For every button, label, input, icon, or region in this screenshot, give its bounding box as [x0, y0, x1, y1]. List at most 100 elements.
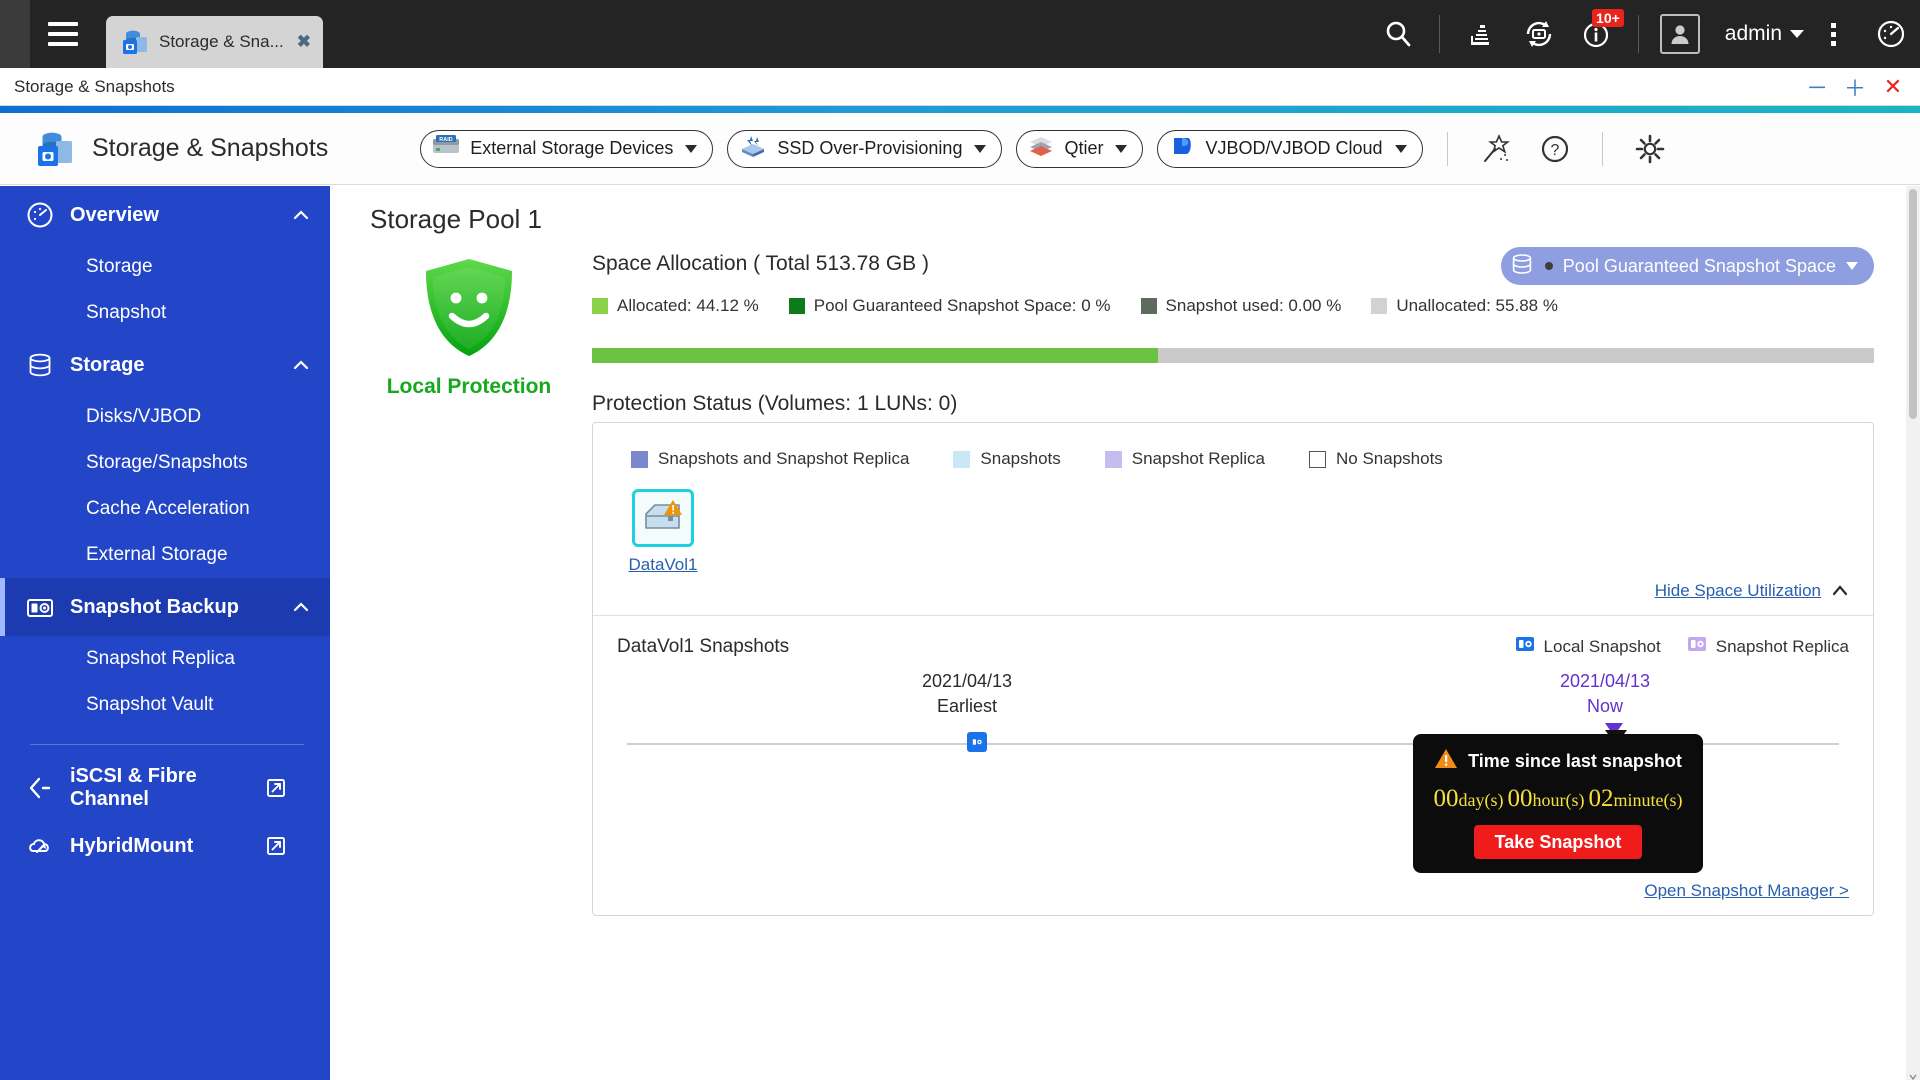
- sidebar-item-snapshot-vault[interactable]: Snapshot Vault: [0, 682, 330, 728]
- legend-label: Snapshot Replica: [1131, 449, 1266, 468]
- sidebar-item-hybridmount[interactable]: HybridMount: [0, 817, 330, 875]
- chevron-down-icon: [1846, 262, 1858, 270]
- legend-label: Snapshots and Snapshot Replica: [658, 449, 910, 468]
- vertical-scrollbar[interactable]: [1906, 186, 1920, 1080]
- resource-monitor-icon[interactable]: [1452, 0, 1510, 68]
- admin-menu[interactable]: admin: [1725, 22, 1804, 46]
- sidebar-item-label: Snapshot: [86, 302, 167, 323]
- os-bar-left-edge: [0, 0, 30, 68]
- local-snapshot-icon: [1515, 634, 1535, 659]
- chevron-down-icon: [974, 144, 987, 153]
- chevron-up-icon[interactable]: [292, 598, 310, 616]
- volume-icon[interactable]: [632, 489, 694, 547]
- sidebar-group-snapshot-backup[interactable]: Snapshot Backup: [0, 578, 330, 636]
- app-tab-storage-snapshots[interactable]: Storage & Sna... ✖: [106, 16, 323, 68]
- more-options-icon[interactable]: [1804, 0, 1862, 68]
- snapshot-timeline-section: DataVol1 Snapshots Local Snapshot Snapsh…: [593, 615, 1873, 915]
- protection-status-title: Protection Status (Volumes: 1 LUNs: 0): [592, 392, 958, 415]
- space-allocation-legend: Allocated: 44.12 % Pool Guaranteed Snaps…: [592, 296, 1874, 316]
- scrollbar-thumb[interactable]: [1909, 189, 1917, 419]
- ssd-over-provisioning-button[interactable]: SSD Over-Provisioning: [727, 129, 1003, 168]
- wizard-wand-icon[interactable]: [1472, 126, 1518, 172]
- sidebar: Overview Storage Snapshot Storage Disks/…: [0, 186, 330, 1080]
- storage-snapshots-icon: [120, 27, 150, 57]
- os-bar-divider-2: [1637, 15, 1639, 53]
- legend-label: Snapshot Replica: [1715, 636, 1849, 656]
- vjbod-cloud-icon: [1168, 132, 1196, 165]
- snapshot-header: DataVol1 Snapshots Local Snapshot Snapsh…: [617, 634, 1849, 659]
- chevron-up-icon[interactable]: [292, 206, 310, 224]
- user-avatar-icon[interactable]: [1651, 0, 1709, 68]
- sidebar-item-label: Snapshot Vault: [86, 694, 214, 715]
- color-swatch: [1104, 450, 1122, 468]
- maximize-button[interactable]: ＋: [1836, 68, 1874, 106]
- volume-datavol1[interactable]: DataVol1: [621, 489, 705, 575]
- sidebar-item-iscsi-fibre-channel[interactable]: iSCSI & Fibre Channel: [0, 759, 330, 817]
- legend-label: Local Snapshot: [1543, 636, 1661, 656]
- sidebar-item-overview-snapshot[interactable]: Snapshot: [0, 290, 330, 336]
- backup-sync-icon[interactable]: [1510, 0, 1568, 68]
- sidebar-item-label: Storage: [86, 256, 153, 277]
- database-icon: [1509, 251, 1535, 282]
- color-swatch: [631, 450, 648, 468]
- avatar[interactable]: [1659, 14, 1700, 54]
- external-storage-devices-label: External Storage Devices: [470, 138, 674, 158]
- external-storage-devices-button[interactable]: RAID External Storage Devices: [420, 129, 714, 168]
- settings-gear-icon[interactable]: [1627, 126, 1673, 172]
- chevron-up-icon[interactable]: [1831, 582, 1849, 600]
- app-logo-icon: [34, 128, 76, 170]
- close-button[interactable]: ✕: [1874, 68, 1912, 106]
- help-icon[interactable]: ?: [1532, 126, 1578, 172]
- countdown-days-unit: day(s): [1458, 790, 1504, 810]
- timeline-snapshot-marker[interactable]: [967, 732, 987, 752]
- sidebar-item-overview-storage[interactable]: Storage: [0, 244, 330, 290]
- legend-item-allocated: Allocated: 44.12 %: [592, 296, 759, 316]
- notification-info-icon[interactable]: 10+: [1568, 0, 1626, 68]
- legend-label: Snapshots: [980, 449, 1061, 468]
- volume-name-link[interactable]: DataVol1: [629, 555, 698, 575]
- sidebar-item-storage-snapshots[interactable]: Storage/Snapshots: [0, 440, 330, 486]
- search-icon[interactable]: [1369, 0, 1427, 68]
- legend-snapshot-replica: Snapshot Replica: [1095, 449, 1265, 469]
- timeline-now: 2021/04/13 Now: [1560, 671, 1650, 717]
- page-title: Storage & Snapshots: [92, 134, 329, 162]
- open-snapshot-manager-row: Open Snapshot Manager >: [1644, 881, 1849, 901]
- sidebar-item-disks-vjbod[interactable]: Disks/VJBOD: [0, 394, 330, 440]
- os-bar-divider: [1438, 15, 1440, 53]
- protection-legend: Snapshots and Snapshot Replica Snapshots…: [593, 423, 1873, 469]
- sidebar-item-label: iSCSI & Fibre Channel: [70, 765, 197, 810]
- chevron-up-icon[interactable]: [292, 356, 310, 374]
- countdown-minutes-value: 02: [1588, 785, 1614, 812]
- close-icon[interactable]: ✖: [293, 32, 311, 52]
- qtier-button[interactable]: Qtier: [1016, 129, 1144, 168]
- app-header: Storage & Snapshots RAID External Storag…: [0, 113, 1920, 185]
- qtier-layers-icon: [1027, 133, 1055, 164]
- toolbar-divider: [1446, 131, 1448, 166]
- scroll-down-arrow-icon[interactable]: [1909, 1068, 1917, 1080]
- sidebar-group-storage[interactable]: Storage: [0, 336, 330, 394]
- dashboard-gauge-icon[interactable]: [1862, 0, 1920, 68]
- os-bar-icon-group: 10+ admin: [1369, 0, 1920, 68]
- pool-guaranteed-snapshot-space-button[interactable]: Pool Guaranteed Snapshot Space: [1500, 247, 1874, 285]
- legend-item-unallocated: Unallocated: 55.88 %: [1371, 296, 1558, 316]
- countdown-days-value: 00: [1433, 785, 1459, 812]
- app-toolbar: RAID External Storage Devices SSD Over-P…: [420, 126, 1672, 172]
- sidebar-item-cache-acceleration[interactable]: Cache Acceleration: [0, 486, 330, 532]
- main-menu-hamburger-icon[interactable]: [30, 0, 96, 68]
- open-snapshot-manager-link[interactable]: Open Snapshot Manager >: [1644, 881, 1849, 900]
- svg-text:?: ?: [1550, 142, 1559, 159]
- timeline-earliest: 2021/04/13 Earliest: [922, 671, 1012, 717]
- vjbod-cloud-button[interactable]: VJBOD/VJBOD Cloud: [1157, 129, 1423, 168]
- tooltip-title: Time since last snapshot: [1468, 751, 1682, 771]
- minimize-button[interactable]: ─: [1798, 68, 1836, 106]
- take-snapshot-button[interactable]: Take Snapshot: [1474, 825, 1642, 859]
- main-content: Storage Pool 1 Local Protection Space Al…: [330, 186, 1910, 1080]
- local-protection-widget: Local Protection: [374, 256, 564, 399]
- timeline-earliest-date: 2021/04/13: [921, 671, 1013, 691]
- hide-space-utilization-link[interactable]: Hide Space Utilization: [1655, 581, 1821, 601]
- database-icon: [24, 349, 56, 381]
- sidebar-item-external-storage[interactable]: External Storage: [0, 532, 330, 578]
- sidebar-group-overview[interactable]: Overview: [0, 186, 330, 244]
- sidebar-item-snapshot-replica[interactable]: Snapshot Replica: [0, 636, 330, 682]
- iscsi-icon: [24, 772, 56, 804]
